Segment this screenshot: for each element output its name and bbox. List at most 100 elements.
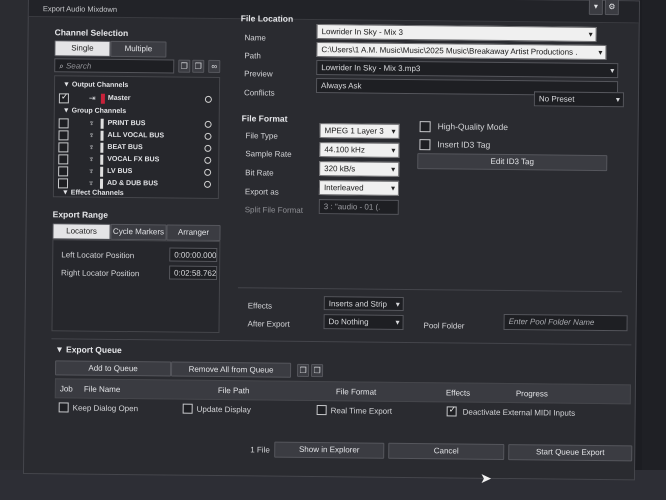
ad-dub-bus-dot[interactable] (203, 180, 212, 188)
tree-group-group-channels[interactable]: ▼ Group Channels (63, 107, 126, 115)
file-type-value: MPEG 1 Layer 3 (324, 126, 384, 136)
tree-item-print-bus[interactable]: PRINT BUS (108, 120, 146, 127)
export-queue-label: Export Queue (66, 344, 122, 356)
pool-folder-placeholder: Enter Pool Folder Name (508, 317, 595, 327)
split-file-format-label: Split File Format (244, 205, 304, 215)
link-icon[interactable]: ∞ (208, 59, 221, 74)
show-in-explorer-button[interactable]: Show in Explorer (274, 441, 385, 459)
chevron-down-icon: ▾ (588, 29, 593, 39)
vocal-fx-bus-dot[interactable] (204, 156, 212, 164)
chevron-down-icon: ▾ (615, 95, 620, 105)
mode-multiple-button[interactable]: Multiple (110, 40, 167, 58)
tree-item-lv-bus[interactable]: LV BUS (107, 168, 132, 175)
keep-dialog-open-checkbox[interactable] (58, 402, 69, 413)
tab-locators[interactable]: Locators (52, 223, 111, 240)
sample-rate-select[interactable]: 44.100 kHz ▾ (319, 142, 400, 158)
checkbox-vocal-fx-bus[interactable] (58, 154, 69, 165)
tree-item-ad-dub-bus[interactable]: AD & DUB BUS (107, 180, 158, 188)
split-file-format-select[interactable]: 3 : "audio - 01 (. (318, 199, 399, 215)
tab-arranger[interactable]: Arranger (166, 224, 221, 242)
channel-selection-header: Channel Selection (54, 27, 129, 39)
right-locator-value[interactable]: 0:02:58.762 (169, 265, 218, 280)
update-display-label: Update Display (196, 404, 251, 415)
beat-bus-dot[interactable] (204, 144, 212, 152)
preset-value: No Preset (538, 94, 575, 104)
channel-tree: ▼ Output Channels ⇥ Master ▼ Group Chann… (52, 75, 221, 200)
deactivate-midi-checkbox[interactable] (446, 406, 457, 417)
file-type-select[interactable]: MPEG 1 Layer 3 ▾ (319, 123, 400, 139)
collapse-all-icon[interactable]: ❐ (178, 59, 191, 73)
group-channel-icon: ♆ (88, 154, 95, 164)
left-locator-value[interactable]: 0:00:00.000 (169, 247, 218, 262)
mode-single-button[interactable]: Single (54, 40, 111, 57)
export-as-label: Export as (244, 187, 279, 197)
keep-dialog-open-label: Keep Dialog Open (72, 403, 139, 414)
preview-field[interactable]: Lowrider In Sky - Mix 3.mp3 ▾ (316, 60, 619, 79)
checkbox-ad-dub-bus[interactable] (57, 178, 69, 189)
checkbox-print-bus[interactable] (58, 118, 69, 129)
tree-group-output[interactable]: ▼ Output Channels (63, 81, 128, 89)
gear-icon[interactable]: ⚙ (604, 0, 619, 16)
after-export-select[interactable]: Do Nothing ▾ (323, 314, 404, 330)
group-channel-icon: ♆ (88, 130, 95, 140)
master-color-tag (100, 93, 105, 104)
all-vocal-bus-dot[interactable] (204, 132, 212, 140)
channel-color-tag (100, 166, 104, 177)
update-display-checkbox[interactable] (182, 403, 193, 414)
channel-search-placeholder: Search (65, 61, 92, 71)
export-as-select[interactable]: Interleaved ▾ (318, 180, 400, 196)
file-type-label: File Type (245, 131, 278, 141)
high-quality-checkbox[interactable] (419, 121, 431, 133)
tree-item-beat-bus[interactable]: BEAT BUS (107, 144, 142, 151)
chevron-down-icon: ▾ (390, 183, 396, 193)
bit-rate-select[interactable]: 320 kB/s ▾ (319, 161, 400, 177)
chevron-down-icon: ▾ (395, 299, 400, 309)
tree-item-master[interactable]: Master (108, 95, 131, 102)
expand-all-icon[interactable]: ❐ (192, 59, 205, 73)
copy-icon[interactable]: ❐ (297, 363, 310, 377)
remove-all-from-queue-button[interactable]: Remove All from Queue (171, 361, 292, 378)
tree-group-effect-channels[interactable]: ▼ Effect Channels (62, 189, 124, 197)
checkbox-master[interactable] (58, 93, 69, 104)
effects-value: Inserts and Strip (328, 299, 388, 309)
lv-bus-dot[interactable] (204, 168, 212, 176)
bit-rate-value: 320 kB/s (324, 164, 356, 174)
path-field[interactable]: C:\Users\1 A.M. Music\Music\2025 Music\B… (316, 42, 607, 61)
preset-dropdown-arrow[interactable]: ▾ (588, 0, 603, 16)
group-channel-icon: ♆ (88, 166, 95, 176)
group-channel-icon: ♆ (88, 142, 95, 152)
split-file-format-value: 3 : "audio - 01 (. (323, 202, 381, 212)
conflicts-value: Always Ask (321, 81, 362, 91)
print-bus-dot[interactable] (204, 120, 212, 128)
edit-id3-button[interactable]: Edit ID3 Tag (417, 153, 608, 172)
checkbox-all-vocal-bus[interactable] (58, 130, 69, 141)
export-queue-header[interactable]: ▼ Export Queue (55, 344, 122, 355)
paste-icon[interactable]: ❐ (311, 363, 324, 378)
channel-search-input[interactable]: ⌕ Search (54, 58, 175, 74)
checkbox-lv-bus[interactable] (58, 166, 69, 177)
sample-rate-label: Sample Rate (245, 149, 292, 159)
checkbox-beat-bus[interactable] (58, 142, 69, 153)
name-label: Name (244, 33, 266, 43)
effects-select[interactable]: Inserts and Strip ▾ (323, 296, 404, 311)
tree-item-vocal-fx-bus[interactable]: VOCAL FX BUS (107, 156, 159, 164)
preset-select[interactable]: No Preset ▾ (533, 91, 625, 108)
name-field[interactable]: Lowrider In Sky - Mix 3 ▾ (316, 24, 597, 42)
pool-folder-input[interactable]: Enter Pool Folder Name (503, 313, 628, 332)
after-export-value: Do Nothing (328, 317, 369, 327)
effects-label: Effects (247, 301, 273, 311)
insert-id3-checkbox[interactable] (419, 139, 431, 151)
add-to-queue-button[interactable]: Add to Queue (55, 360, 172, 377)
bit-rate-label: Bit Rate (245, 168, 274, 178)
tab-cycle-markers[interactable]: Cycle Markers (110, 223, 167, 241)
start-queue-export-button[interactable]: Start Queue Export (508, 444, 633, 462)
titlebar: Export Audio Mixdown (28, 0, 639, 24)
master-record-dot[interactable] (204, 95, 212, 103)
file-location-header: File Location (240, 13, 294, 24)
cancel-button[interactable]: Cancel (388, 442, 505, 461)
divider (237, 287, 622, 293)
real-time-export-checkbox[interactable] (316, 405, 327, 416)
background-right-edge (642, 0, 666, 500)
export-range-panel: Left Locator Position 0:00:00.000 Right … (51, 239, 221, 334)
tree-item-all-vocal-bus[interactable]: ALL VOCAL BUS (107, 132, 164, 140)
